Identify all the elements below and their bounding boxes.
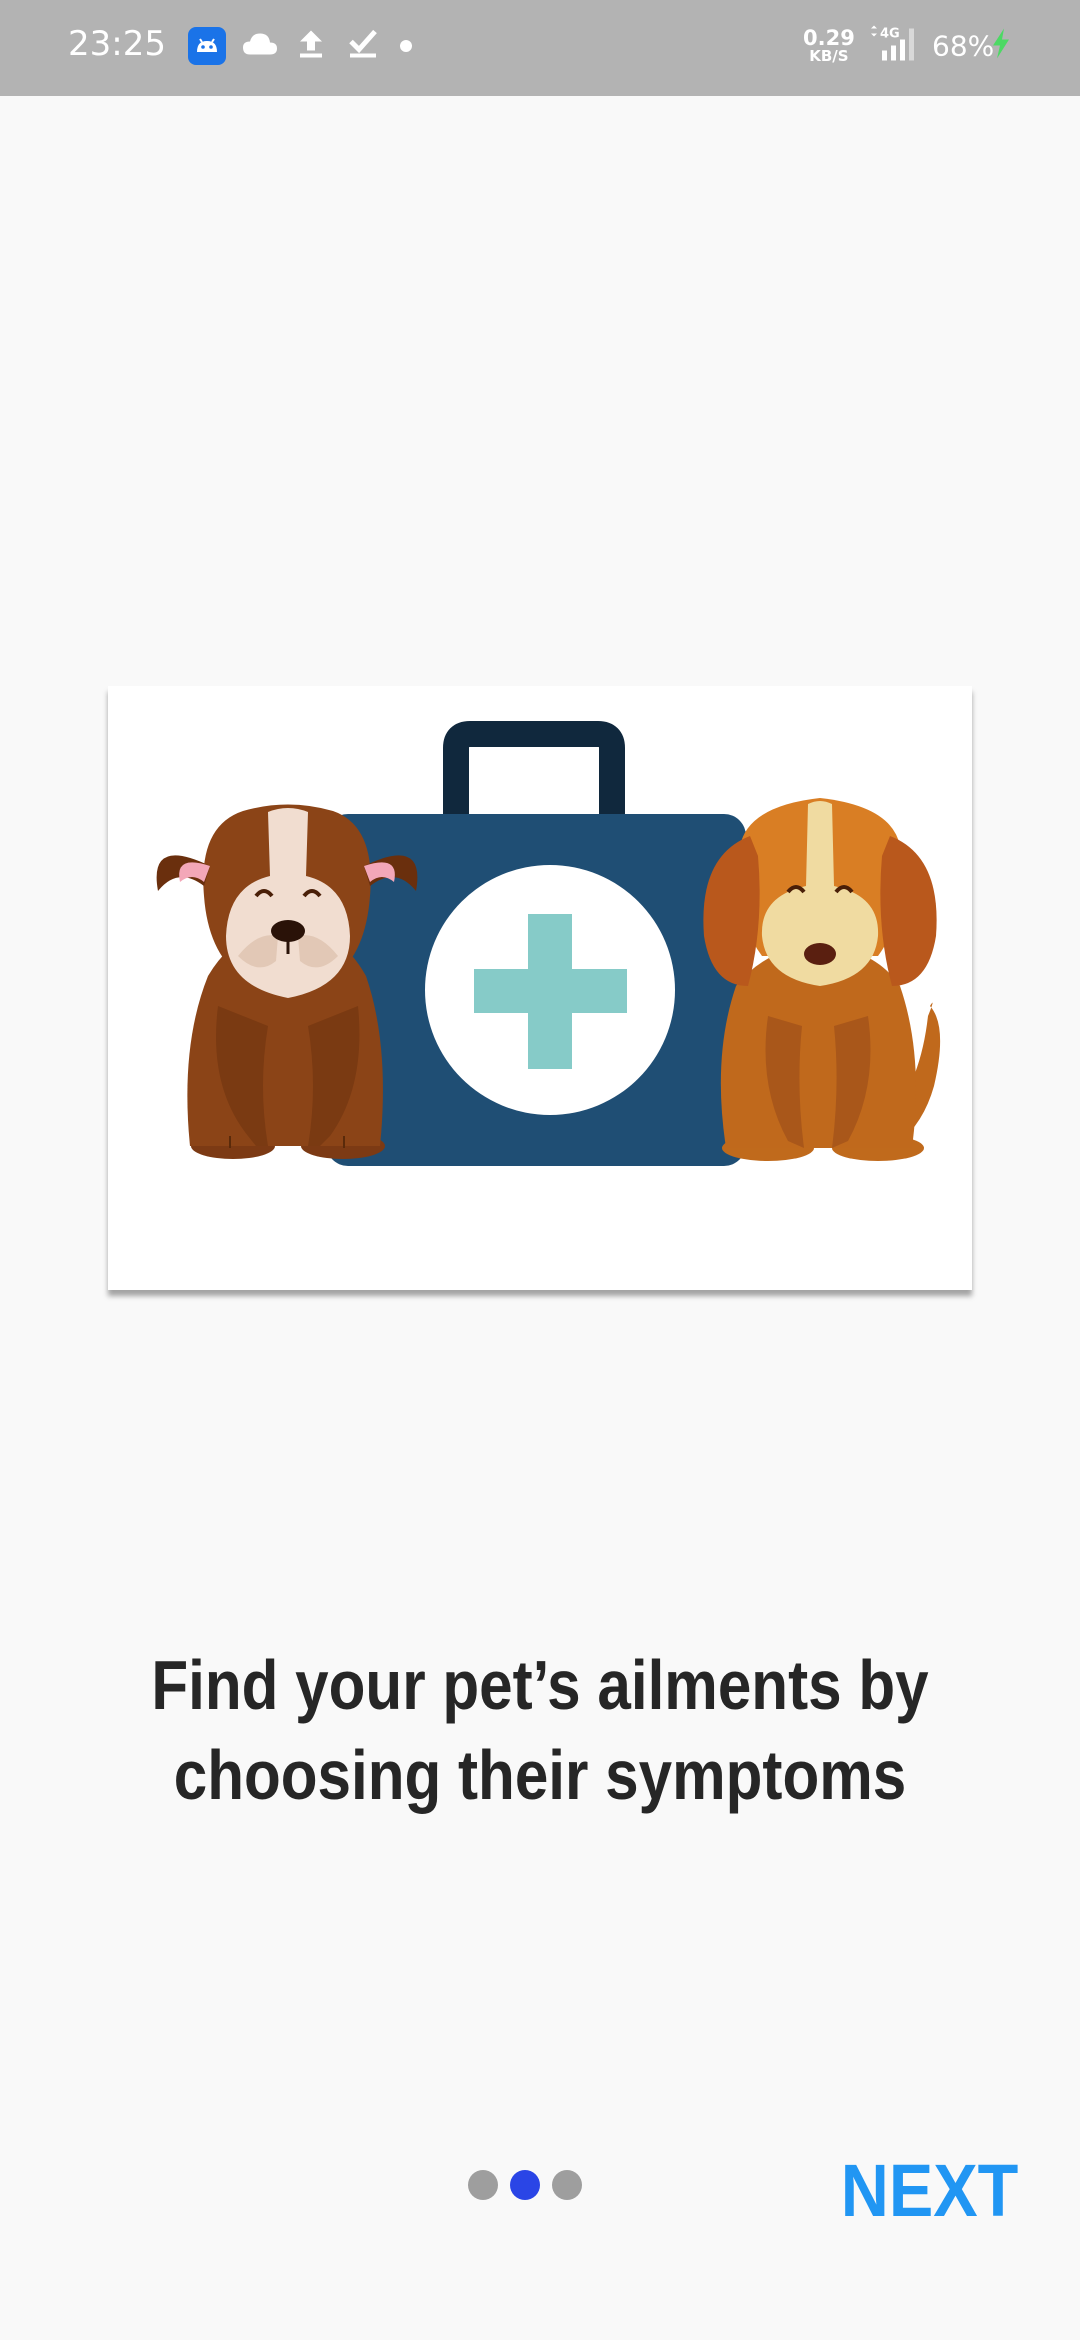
charging-bolt-icon — [990, 28, 1012, 65]
onboarding-illustration — [108, 686, 972, 1290]
signal-icon: 4G — [866, 25, 922, 68]
upload-icon — [298, 29, 324, 64]
network-speed-value: 0.29 — [803, 26, 855, 50]
download-done-icon — [348, 28, 378, 65]
page-indicator — [468, 2170, 582, 2202]
kit-handle — [443, 721, 625, 818]
network-speed: 0.29 KB/S — [803, 28, 855, 64]
battery-percentage: 68% — [932, 29, 995, 63]
cloud-icon — [242, 31, 278, 62]
network-speed-unit: KB/S — [809, 47, 849, 65]
onboarding-headline: Find your pet’s ailments by choosing the… — [151, 1646, 929, 1814]
page-dot-3[interactable] — [552, 2170, 582, 2200]
page-dot-1[interactable] — [468, 2170, 498, 2200]
beagle-dog-illustration — [703, 798, 941, 1161]
status-bar: 23:25 0.29 KB/S 4G 68% — [0, 0, 1080, 96]
next-button[interactable]: NEXT — [840, 2148, 1018, 2233]
app-notification-icon — [188, 27, 226, 65]
more-notifications-dot-icon — [400, 40, 412, 52]
page-dot-2-active[interactable] — [510, 2170, 540, 2200]
status-time: 23:25 — [68, 24, 166, 64]
network-type: 4G — [880, 27, 900, 42]
